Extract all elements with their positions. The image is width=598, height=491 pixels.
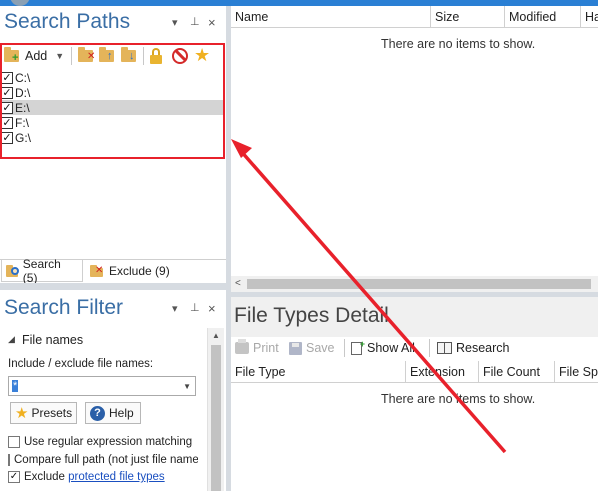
arrow-head xyxy=(231,139,252,158)
red-arrow-annotation xyxy=(231,139,507,454)
arrow-shaft xyxy=(238,148,507,454)
